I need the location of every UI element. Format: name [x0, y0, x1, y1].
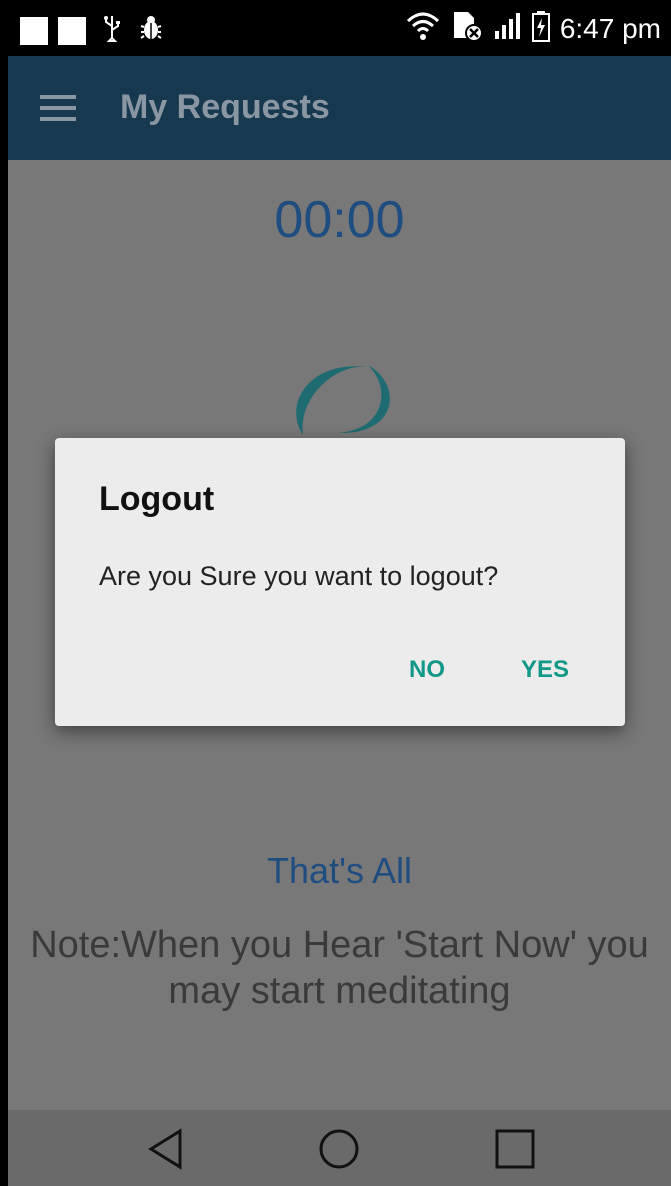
sim-error-icon: [450, 10, 484, 47]
navigation-bar: [8, 1110, 671, 1186]
logout-dialog: Logout Are you Sure you want to logout? …: [55, 438, 625, 726]
completion-text: That's All: [267, 850, 412, 891]
status-right-icons: 6:47 pm: [406, 10, 661, 47]
home-icon[interactable]: [318, 1128, 360, 1170]
timer-display: 00:00: [274, 191, 405, 249]
screen: 6:47 pm My Requests 00:00 That's All Not…: [8, 0, 671, 1186]
hamburger-menu-icon[interactable]: [40, 95, 76, 121]
usb-icon: [102, 14, 122, 48]
battery-charging-icon: [531, 10, 550, 47]
wifi-icon: [406, 11, 440, 46]
notification-square-icon: [58, 17, 86, 45]
no-button[interactable]: NO: [409, 656, 445, 684]
dialog-message: Are you Sure you want to logout?: [99, 561, 499, 591]
meditation-note: Note:When you Hear 'Start Now' you may s…: [30, 924, 649, 1012]
status-left-icons: [20, 14, 164, 48]
dialog-title: Logout: [99, 480, 215, 518]
yes-button[interactable]: YES: [521, 656, 569, 684]
notification-square-icon: [20, 17, 48, 45]
back-icon[interactable]: [146, 1128, 186, 1170]
recents-icon[interactable]: [494, 1128, 536, 1170]
page-title: My Requests: [120, 88, 330, 126]
status-bar: 6:47 pm: [8, 0, 671, 56]
signal-icon: [494, 11, 522, 46]
bug-icon: [138, 14, 164, 48]
app-bar: My Requests: [8, 56, 671, 163]
status-time: 6:47 pm: [559, 12, 661, 44]
